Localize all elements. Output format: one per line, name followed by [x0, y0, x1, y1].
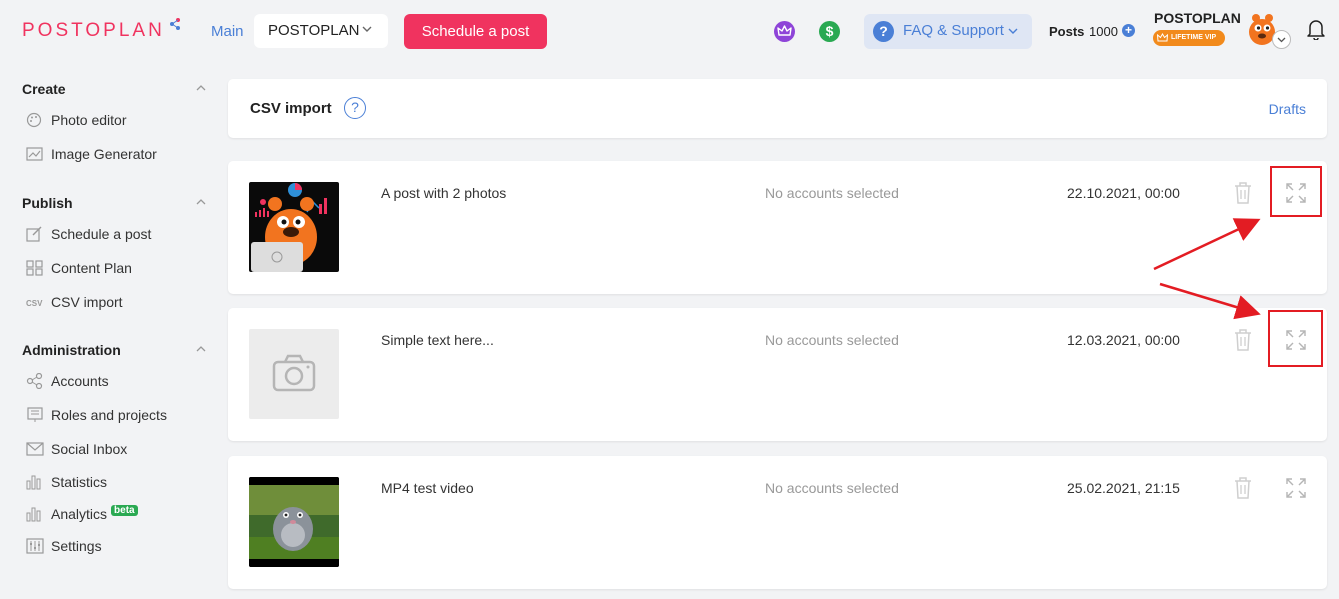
share-nodes-icon	[26, 373, 43, 389]
sidebar-item-label: Statistics	[51, 474, 108, 490]
header: POSTOPLAN Main POSTOPLAN Schedule a post…	[0, 0, 1339, 62]
sidebar-item-label: Schedule a post	[51, 226, 152, 242]
sidebar: Create Photo editor Image Generator Publ…	[0, 62, 228, 599]
share-icon	[170, 18, 180, 30]
vip-badge: LIFETIME VIP	[1153, 30, 1225, 46]
sidebar-item-settings[interactable]: Settings	[26, 538, 102, 554]
vip-badge-label: LIFETIME VIP	[1171, 34, 1217, 41]
post-accounts: No accounts selected	[765, 185, 899, 201]
post-accounts: No accounts selected	[765, 332, 899, 348]
page-title: CSV import	[250, 100, 332, 117]
post-title[interactable]: Simple text here...	[381, 332, 494, 348]
crown-icon	[1157, 33, 1168, 42]
sidebar-item-label: Analytics	[51, 506, 108, 522]
sidebar-item-label: Roles and projects	[51, 407, 167, 423]
faq-support-dropdown[interactable]: ? FAQ & Support	[864, 14, 1032, 49]
sidebar-item-label: Image Generator	[51, 146, 157, 162]
nav-main-link[interactable]: Main	[211, 23, 244, 40]
account-dropdown[interactable]	[1272, 30, 1291, 49]
sidebar-item-label: Settings	[51, 538, 102, 554]
camera-icon	[272, 354, 316, 392]
palette-icon	[26, 112, 42, 128]
sidebar-section-create[interactable]: Create	[22, 81, 66, 97]
sidebar-item-content-plan[interactable]: Content Plan	[26, 260, 132, 276]
faq-support-label: FAQ & Support	[903, 22, 1004, 39]
beta-badge: beta	[111, 504, 138, 516]
sidebar-item-analytics[interactable]: Analytics beta	[26, 504, 138, 522]
annotation-highlight-box	[1270, 166, 1322, 217]
dollar-icon[interactable]: $	[819, 21, 840, 42]
csv-icon: CSV	[26, 299, 43, 308]
question-icon: ?	[873, 21, 894, 42]
post-thumbnail	[249, 329, 339, 419]
sidebar-item-label: CSV import	[51, 294, 123, 310]
plus-icon[interactable]: +	[1122, 24, 1135, 37]
sidebar-item-label: Content Plan	[51, 260, 132, 276]
post-thumbnail	[249, 182, 339, 272]
grid-icon	[26, 260, 43, 276]
post-date: 22.10.2021, 00:00	[1067, 185, 1180, 201]
sidebar-item-roles-projects[interactable]: Roles and projects	[26, 407, 167, 423]
envelope-icon	[26, 442, 44, 456]
video-still	[249, 477, 339, 567]
bell-icon[interactable]	[1306, 18, 1326, 40]
chevron-down-icon	[1277, 37, 1286, 43]
posts-label: Posts	[1049, 24, 1085, 39]
post-date: 25.02.2021, 21:15	[1067, 480, 1180, 496]
account-name: POSTOPLAN	[1154, 10, 1241, 26]
sidebar-item-schedule-post[interactable]: Schedule a post	[26, 226, 151, 242]
post-card[interactable]: Simple text here... No accounts selected…	[228, 308, 1327, 441]
expand-icon[interactable]	[1285, 477, 1307, 499]
svg-text:CSV: CSV	[26, 299, 43, 308]
sidebar-item-photo-editor[interactable]: Photo editor	[26, 112, 127, 128]
chevron-up-icon[interactable]	[196, 84, 206, 92]
post-title[interactable]: MP4 test video	[381, 480, 474, 496]
drafts-link[interactable]: Drafts	[1269, 101, 1306, 117]
project-selector[interactable]: POSTOPLAN	[254, 14, 388, 48]
sidebar-item-label: Photo editor	[51, 112, 127, 128]
chevron-down-icon	[362, 26, 372, 32]
post-date: 12.03.2021, 00:00	[1067, 332, 1180, 348]
sidebar-item-label: Accounts	[51, 373, 109, 389]
sidebar-item-image-generator[interactable]: Image Generator	[26, 146, 157, 162]
sidebar-section-administration[interactable]: Administration	[22, 342, 121, 358]
annotation-highlight-box	[1268, 310, 1323, 367]
board-icon	[27, 407, 43, 422]
image-chart-icon	[26, 147, 43, 161]
post-card[interactable]: MP4 test video No accounts selected 25.0…	[228, 456, 1327, 589]
post-title[interactable]: A post with 2 photos	[381, 185, 506, 201]
bar-chart-icon	[26, 507, 41, 522]
project-selector-label: POSTOPLAN	[268, 22, 360, 39]
sidebar-item-social-inbox[interactable]: Social Inbox	[26, 441, 127, 457]
sidebar-item-csv-import[interactable]: CSV CSV import	[26, 294, 123, 310]
chevron-up-icon[interactable]	[196, 345, 206, 353]
schedule-post-button[interactable]: Schedule a post	[404, 14, 547, 49]
posts-count: 1000	[1089, 24, 1118, 39]
sliders-icon	[26, 538, 44, 554]
sidebar-section-publish[interactable]: Publish	[22, 195, 73, 211]
chevron-up-icon[interactable]	[196, 198, 206, 206]
trash-icon[interactable]	[1233, 328, 1253, 352]
chevron-down-icon	[1008, 28, 1018, 34]
edit-icon	[26, 226, 42, 242]
post-card[interactable]: A post with 2 photos No accounts selecte…	[228, 161, 1327, 294]
help-icon[interactable]: ?	[344, 97, 366, 119]
sidebar-item-statistics[interactable]: Statistics	[26, 474, 107, 490]
mascot-image	[249, 182, 339, 272]
trash-icon[interactable]	[1233, 181, 1253, 205]
bar-chart-icon	[26, 475, 41, 490]
csv-import-header-panel: CSV import ? Drafts	[228, 79, 1327, 138]
sidebar-item-accounts[interactable]: Accounts	[26, 373, 109, 389]
trash-icon[interactable]	[1233, 476, 1253, 500]
crown-icon[interactable]	[774, 21, 795, 42]
post-accounts: No accounts selected	[765, 480, 899, 496]
logo[interactable]: POSTOPLAN	[22, 20, 165, 42]
sidebar-item-label: Social Inbox	[51, 441, 128, 457]
post-thumbnail	[249, 477, 339, 567]
